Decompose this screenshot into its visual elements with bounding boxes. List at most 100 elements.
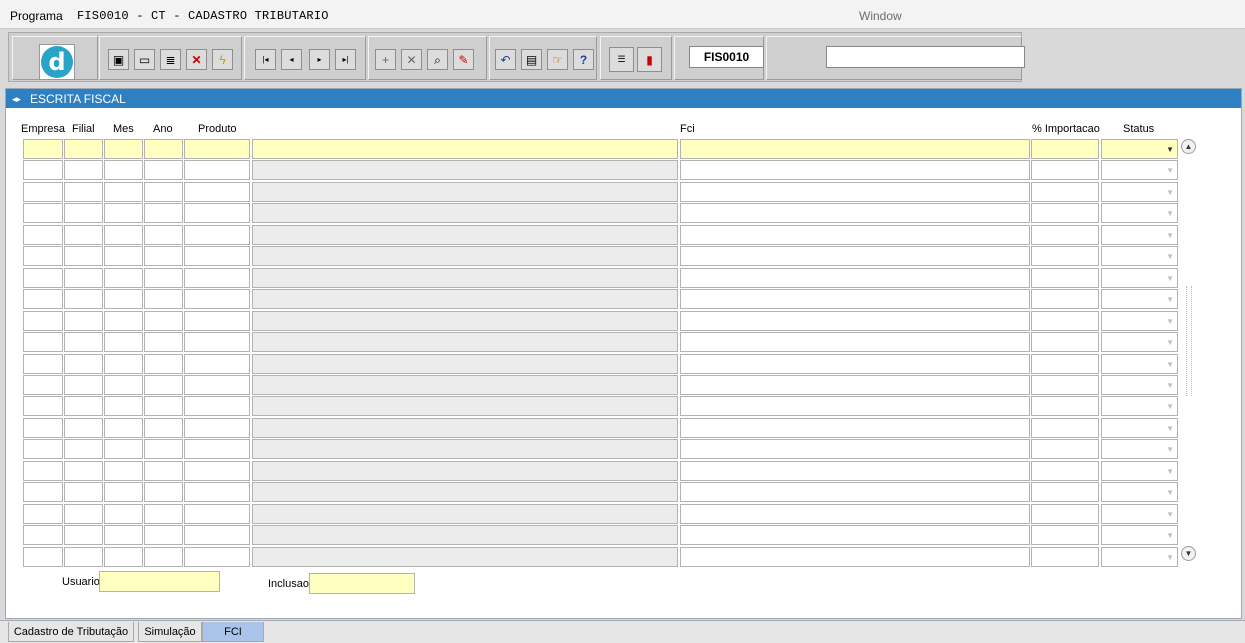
status-cell[interactable]: ▼ bbox=[1101, 418, 1178, 438]
tab-cadastro-de-tributacao[interactable]: Cadastro de Tributação bbox=[8, 622, 134, 642]
ano-cell[interactable] bbox=[144, 139, 183, 159]
fci-cell[interactable] bbox=[680, 482, 1030, 502]
produto-cell[interactable] bbox=[184, 203, 250, 223]
empresa-cell[interactable] bbox=[23, 482, 63, 502]
status-cell[interactable]: ▼ bbox=[1101, 246, 1178, 266]
descricao-cell[interactable] bbox=[252, 311, 678, 331]
importacao-cell[interactable] bbox=[1031, 418, 1099, 438]
importacao-cell[interactable] bbox=[1031, 160, 1099, 180]
filial-cell[interactable] bbox=[64, 375, 103, 395]
inclusao-field[interactable] bbox=[309, 573, 415, 594]
ano-cell[interactable] bbox=[144, 182, 183, 202]
mes-cell[interactable] bbox=[104, 504, 143, 524]
descricao-cell[interactable] bbox=[252, 182, 678, 202]
mes-cell[interactable] bbox=[104, 289, 143, 309]
produto-cell[interactable] bbox=[184, 182, 250, 202]
descricao-cell[interactable] bbox=[252, 246, 678, 266]
ano-cell[interactable] bbox=[144, 289, 183, 309]
produto-cell[interactable] bbox=[184, 504, 250, 524]
dropdown-arrow-icon[interactable]: ▼ bbox=[1166, 145, 1174, 154]
importacao-cell[interactable] bbox=[1031, 246, 1099, 266]
filial-cell[interactable] bbox=[64, 461, 103, 481]
window-icon[interactable]: ▭ bbox=[134, 49, 155, 70]
scrollbar-track[interactable] bbox=[1186, 286, 1192, 396]
fci-cell[interactable] bbox=[680, 203, 1030, 223]
ano-cell[interactable] bbox=[144, 461, 183, 481]
filial-cell[interactable] bbox=[64, 525, 103, 545]
filial-cell[interactable] bbox=[64, 139, 103, 159]
fci-cell[interactable] bbox=[680, 332, 1030, 352]
fci-cell[interactable] bbox=[680, 439, 1030, 459]
status-cell[interactable]: ▼ bbox=[1101, 525, 1178, 545]
importacao-cell[interactable] bbox=[1031, 332, 1099, 352]
descricao-cell[interactable] bbox=[252, 268, 678, 288]
save-icon[interactable]: ▣ bbox=[108, 49, 129, 70]
status-cell[interactable]: ▼ bbox=[1101, 354, 1178, 374]
produto-cell[interactable] bbox=[184, 396, 250, 416]
status-cell[interactable]: ▼ bbox=[1101, 547, 1178, 567]
fci-cell[interactable] bbox=[680, 139, 1030, 159]
scroll-down-icon[interactable]: ▼ bbox=[1181, 546, 1196, 561]
fci-cell[interactable] bbox=[680, 504, 1030, 524]
toolbar-input[interactable] bbox=[826, 46, 1025, 68]
mes-cell[interactable] bbox=[104, 160, 143, 180]
fci-cell[interactable] bbox=[680, 547, 1030, 567]
fci-cell[interactable] bbox=[680, 160, 1030, 180]
descricao-cell[interactable] bbox=[252, 203, 678, 223]
ano-cell[interactable] bbox=[144, 525, 183, 545]
empresa-cell[interactable] bbox=[23, 547, 63, 567]
produto-cell[interactable] bbox=[184, 482, 250, 502]
filial-cell[interactable] bbox=[64, 482, 103, 502]
descricao-cell[interactable] bbox=[252, 461, 678, 481]
empresa-cell[interactable] bbox=[23, 396, 63, 416]
empresa-cell[interactable] bbox=[23, 418, 63, 438]
empresa-cell[interactable] bbox=[23, 332, 63, 352]
descricao-cell[interactable] bbox=[252, 354, 678, 374]
mes-cell[interactable] bbox=[104, 525, 143, 545]
ano-cell[interactable] bbox=[144, 354, 183, 374]
produto-cell[interactable] bbox=[184, 461, 250, 481]
descricao-cell[interactable] bbox=[252, 504, 678, 524]
status-cell[interactable]: ▼ bbox=[1101, 311, 1178, 331]
filial-cell[interactable] bbox=[64, 332, 103, 352]
ano-cell[interactable] bbox=[144, 268, 183, 288]
fci-cell[interactable] bbox=[680, 461, 1030, 481]
mes-cell[interactable] bbox=[104, 225, 143, 245]
dropdown-arrow-icon[interactable]: ▼ bbox=[1166, 445, 1174, 454]
empresa-cell[interactable] bbox=[23, 504, 63, 524]
status-cell[interactable]: ▼ bbox=[1101, 375, 1178, 395]
dropdown-arrow-icon[interactable]: ▼ bbox=[1166, 209, 1174, 218]
dropdown-arrow-icon[interactable]: ▼ bbox=[1166, 274, 1174, 283]
mes-cell[interactable] bbox=[104, 311, 143, 331]
status-cell[interactable]: ▼ bbox=[1101, 203, 1178, 223]
descricao-cell[interactable] bbox=[252, 439, 678, 459]
fci-cell[interactable] bbox=[680, 311, 1030, 331]
empresa-cell[interactable] bbox=[23, 354, 63, 374]
empresa-cell[interactable] bbox=[23, 225, 63, 245]
descricao-cell[interactable] bbox=[252, 547, 678, 567]
produto-cell[interactable] bbox=[184, 375, 250, 395]
query-icon[interactable]: ⌕ bbox=[427, 49, 448, 70]
tab-fci[interactable]: FCI bbox=[202, 622, 264, 642]
importacao-cell[interactable] bbox=[1031, 203, 1099, 223]
status-cell[interactable]: ▼ bbox=[1101, 332, 1178, 352]
produto-cell[interactable] bbox=[184, 547, 250, 567]
ano-cell[interactable] bbox=[144, 418, 183, 438]
edit-icon[interactable]: ✎ bbox=[453, 49, 474, 70]
filial-cell[interactable] bbox=[64, 268, 103, 288]
descricao-cell[interactable] bbox=[252, 375, 678, 395]
ano-cell[interactable] bbox=[144, 203, 183, 223]
scroll-up-icon[interactable]: ▲ bbox=[1181, 139, 1196, 154]
empresa-cell[interactable] bbox=[23, 139, 63, 159]
status-cell[interactable]: ▼ bbox=[1101, 182, 1178, 202]
fci-cell[interactable] bbox=[680, 182, 1030, 202]
mes-cell[interactable] bbox=[104, 332, 143, 352]
descricao-cell[interactable] bbox=[252, 160, 678, 180]
importacao-cell[interactable] bbox=[1031, 311, 1099, 331]
descricao-cell[interactable] bbox=[252, 418, 678, 438]
ano-cell[interactable] bbox=[144, 311, 183, 331]
dropdown-arrow-icon[interactable]: ▼ bbox=[1166, 360, 1174, 369]
dropdown-arrow-icon[interactable]: ▼ bbox=[1166, 531, 1174, 540]
produto-cell[interactable] bbox=[184, 289, 250, 309]
ano-cell[interactable] bbox=[144, 504, 183, 524]
